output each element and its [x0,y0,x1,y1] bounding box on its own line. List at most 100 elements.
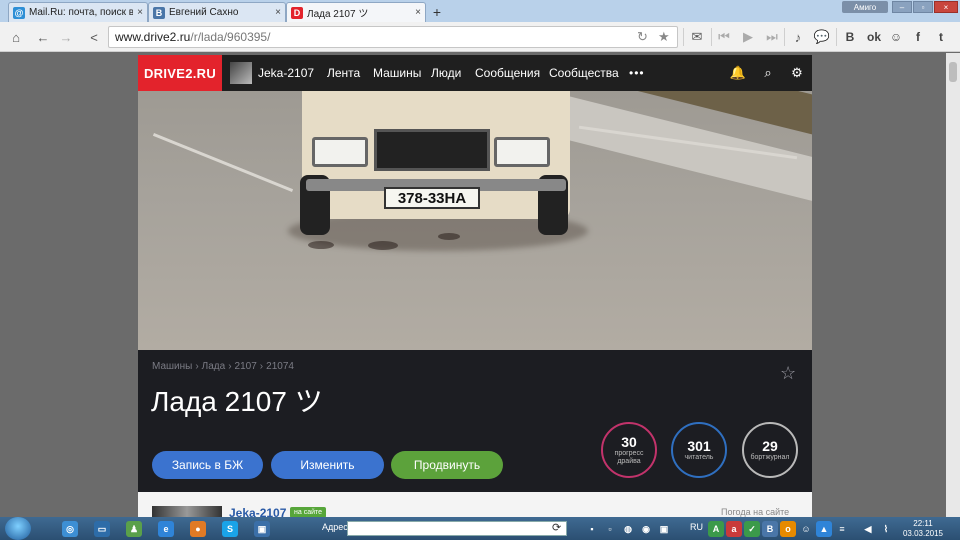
tab-mailru[interactable]: @ Mail.Ru: почта, поиск в инт × [8,2,148,22]
start-button[interactable] [5,517,31,540]
vk-icon: B [153,6,165,19]
mail-envelope-icon[interactable]: ✉ [687,27,707,47]
close-icon[interactable]: × [133,7,147,18]
close-icon[interactable]: × [411,7,425,18]
nav-messages[interactable]: Сообщения [475,55,540,91]
bookmark-star-icon[interactable]: ★ [658,29,670,45]
drive2-icon: D [291,6,303,19]
language-indicator[interactable]: RU [690,522,703,532]
breadcrumb-cars[interactable]: Машины [152,361,192,372]
promote-button[interactable]: Продвинуть [391,451,503,479]
nav-user[interactable]: Jeka-2107 [258,55,314,91]
photo-headlight [494,137,550,167]
url-host: www.drive2.ru [115,30,191,44]
breadcrumb-2107[interactable]: 2107 [235,361,257,372]
firefox-icon[interactable]: ● [190,521,206,537]
scrollbar[interactable] [946,53,960,517]
tray-icon[interactable]: ▣ [656,521,672,537]
nav-feed[interactable]: Лента [327,55,360,91]
stat-label: читатель [684,454,714,461]
edit-button[interactable]: Изменить [271,451,384,479]
ok-tray-icon[interactable]: o [780,521,796,537]
address-toolbar-label: Адрес [322,522,348,532]
stat-drive-progress[interactable]: 30 прогресс драйва [601,422,657,478]
stat-value: 301 [687,438,711,454]
weather-label[interactable]: Погода на сайте [721,507,789,517]
app-icon[interactable]: ◎ [62,521,78,537]
breadcrumb-lada[interactable]: Лада [202,361,226,372]
favorite-star-icon[interactable]: ☆ [780,363,796,384]
site-logo[interactable]: DRIVE2.RU [138,55,222,91]
stat-logbook[interactable]: 29 бортжурнал [742,422,798,478]
tray-icon[interactable]: ≡ [834,521,850,537]
photo-grille [374,129,490,171]
tab-title: Mail.Ru: почта, поиск в инт [29,7,133,18]
address-bar[interactable]: www.drive2.ru/r/lada/960395/ ↻ ★ [108,26,678,48]
share-icon[interactable]: < [84,27,104,47]
tray-icon[interactable]: ☺ [798,521,814,537]
stat-label: прогресс драйва [614,450,644,465]
refresh-icon[interactable]: ⟳ [552,521,561,534]
license-plate: 378-33HA [384,187,480,209]
photo-stain [368,241,398,250]
tab-drive2[interactable]: D Лада 2107 ツ × [286,2,426,22]
tray-icon[interactable]: ▫ [602,521,618,537]
nav-people[interactable]: Люди [431,55,461,91]
tray-icon[interactable]: ▲ [816,521,832,537]
reload-icon[interactable]: ↻ [637,29,648,45]
tray-icon[interactable]: ✓ [744,521,760,537]
close-window-icon[interactable]: × [934,1,958,13]
photo-car: 378-33HA [300,91,570,235]
scrollbar-thumb[interactable] [949,62,957,82]
bell-icon[interactable]: 🔔 [729,64,747,82]
back-icon[interactable]: ← [33,27,53,47]
twitter-icon[interactable]: t [931,27,951,47]
tray-icon[interactable]: ▪ [584,521,600,537]
facebook-icon[interactable]: f [908,27,928,47]
tray-icon[interactable]: A [708,521,724,537]
gear-icon[interactable]: ⚙ [788,64,806,82]
prev-track-icon[interactable]: ⏮ [714,27,734,47]
app-icon[interactable]: ♟ [126,521,142,537]
owner-thumbnail[interactable] [152,506,222,517]
breadcrumb-21074[interactable]: 21074 [266,361,294,372]
address-toolbar-input[interactable] [347,521,567,536]
maximize-icon[interactable]: ▫ [913,1,933,13]
tab-vk[interactable]: B Евгений Сахно × [148,2,286,22]
avatar[interactable] [230,62,252,84]
nav-cars[interactable]: Машины [373,55,421,91]
chat-icon[interactable]: 💬 [812,27,832,47]
stat-readers[interactable]: 301 читатель [671,422,727,478]
ie-icon[interactable]: e [158,521,174,537]
play-icon[interactable]: ▶ [738,27,758,47]
volume-icon[interactable]: ◀ [860,521,876,537]
nav-communities[interactable]: Сообщества [549,55,619,91]
network-icon[interactable]: ⌇ [878,521,894,537]
stat-label: бортжурнал [750,454,790,461]
car-photo[interactable]: 378-33HA [138,91,812,350]
close-icon[interactable]: × [271,7,285,18]
clock-time: 22:11 [913,519,933,528]
home-icon[interactable]: ⌂ [6,27,26,47]
forward-icon[interactable]: → [56,27,76,47]
tray-icon[interactable]: ◉ [638,521,654,537]
tray-icon[interactable]: a [726,521,742,537]
vk-tray-icon[interactable]: B [762,521,778,537]
breadcrumb: Машины › Лада › 2107 › 21074 [152,361,294,372]
app-badge[interactable]: Амиго [842,1,888,13]
nav-more[interactable]: ••• [629,55,645,91]
next-track-icon[interactable]: ⏭ [762,27,782,47]
app-icon[interactable]: ▣ [254,521,270,537]
minimize-icon[interactable]: – [892,1,912,13]
clock[interactable]: 22:11 03.03.2015 [900,519,946,539]
search-icon[interactable]: ⌕ [759,64,777,82]
app-icon[interactable]: ▭ [94,521,110,537]
tray-icon[interactable]: ◍ [620,521,636,537]
music-icon[interactable]: ♪ [788,27,808,47]
moimir-icon[interactable]: ☺ [886,27,906,47]
skype-icon[interactable]: S [222,521,238,537]
vk-social-icon[interactable]: B [840,27,860,47]
odnoklassniki-icon[interactable]: ok [864,27,884,47]
logbook-entry-button[interactable]: Запись в БЖ [152,451,263,479]
new-tab-button[interactable]: + [428,3,446,21]
